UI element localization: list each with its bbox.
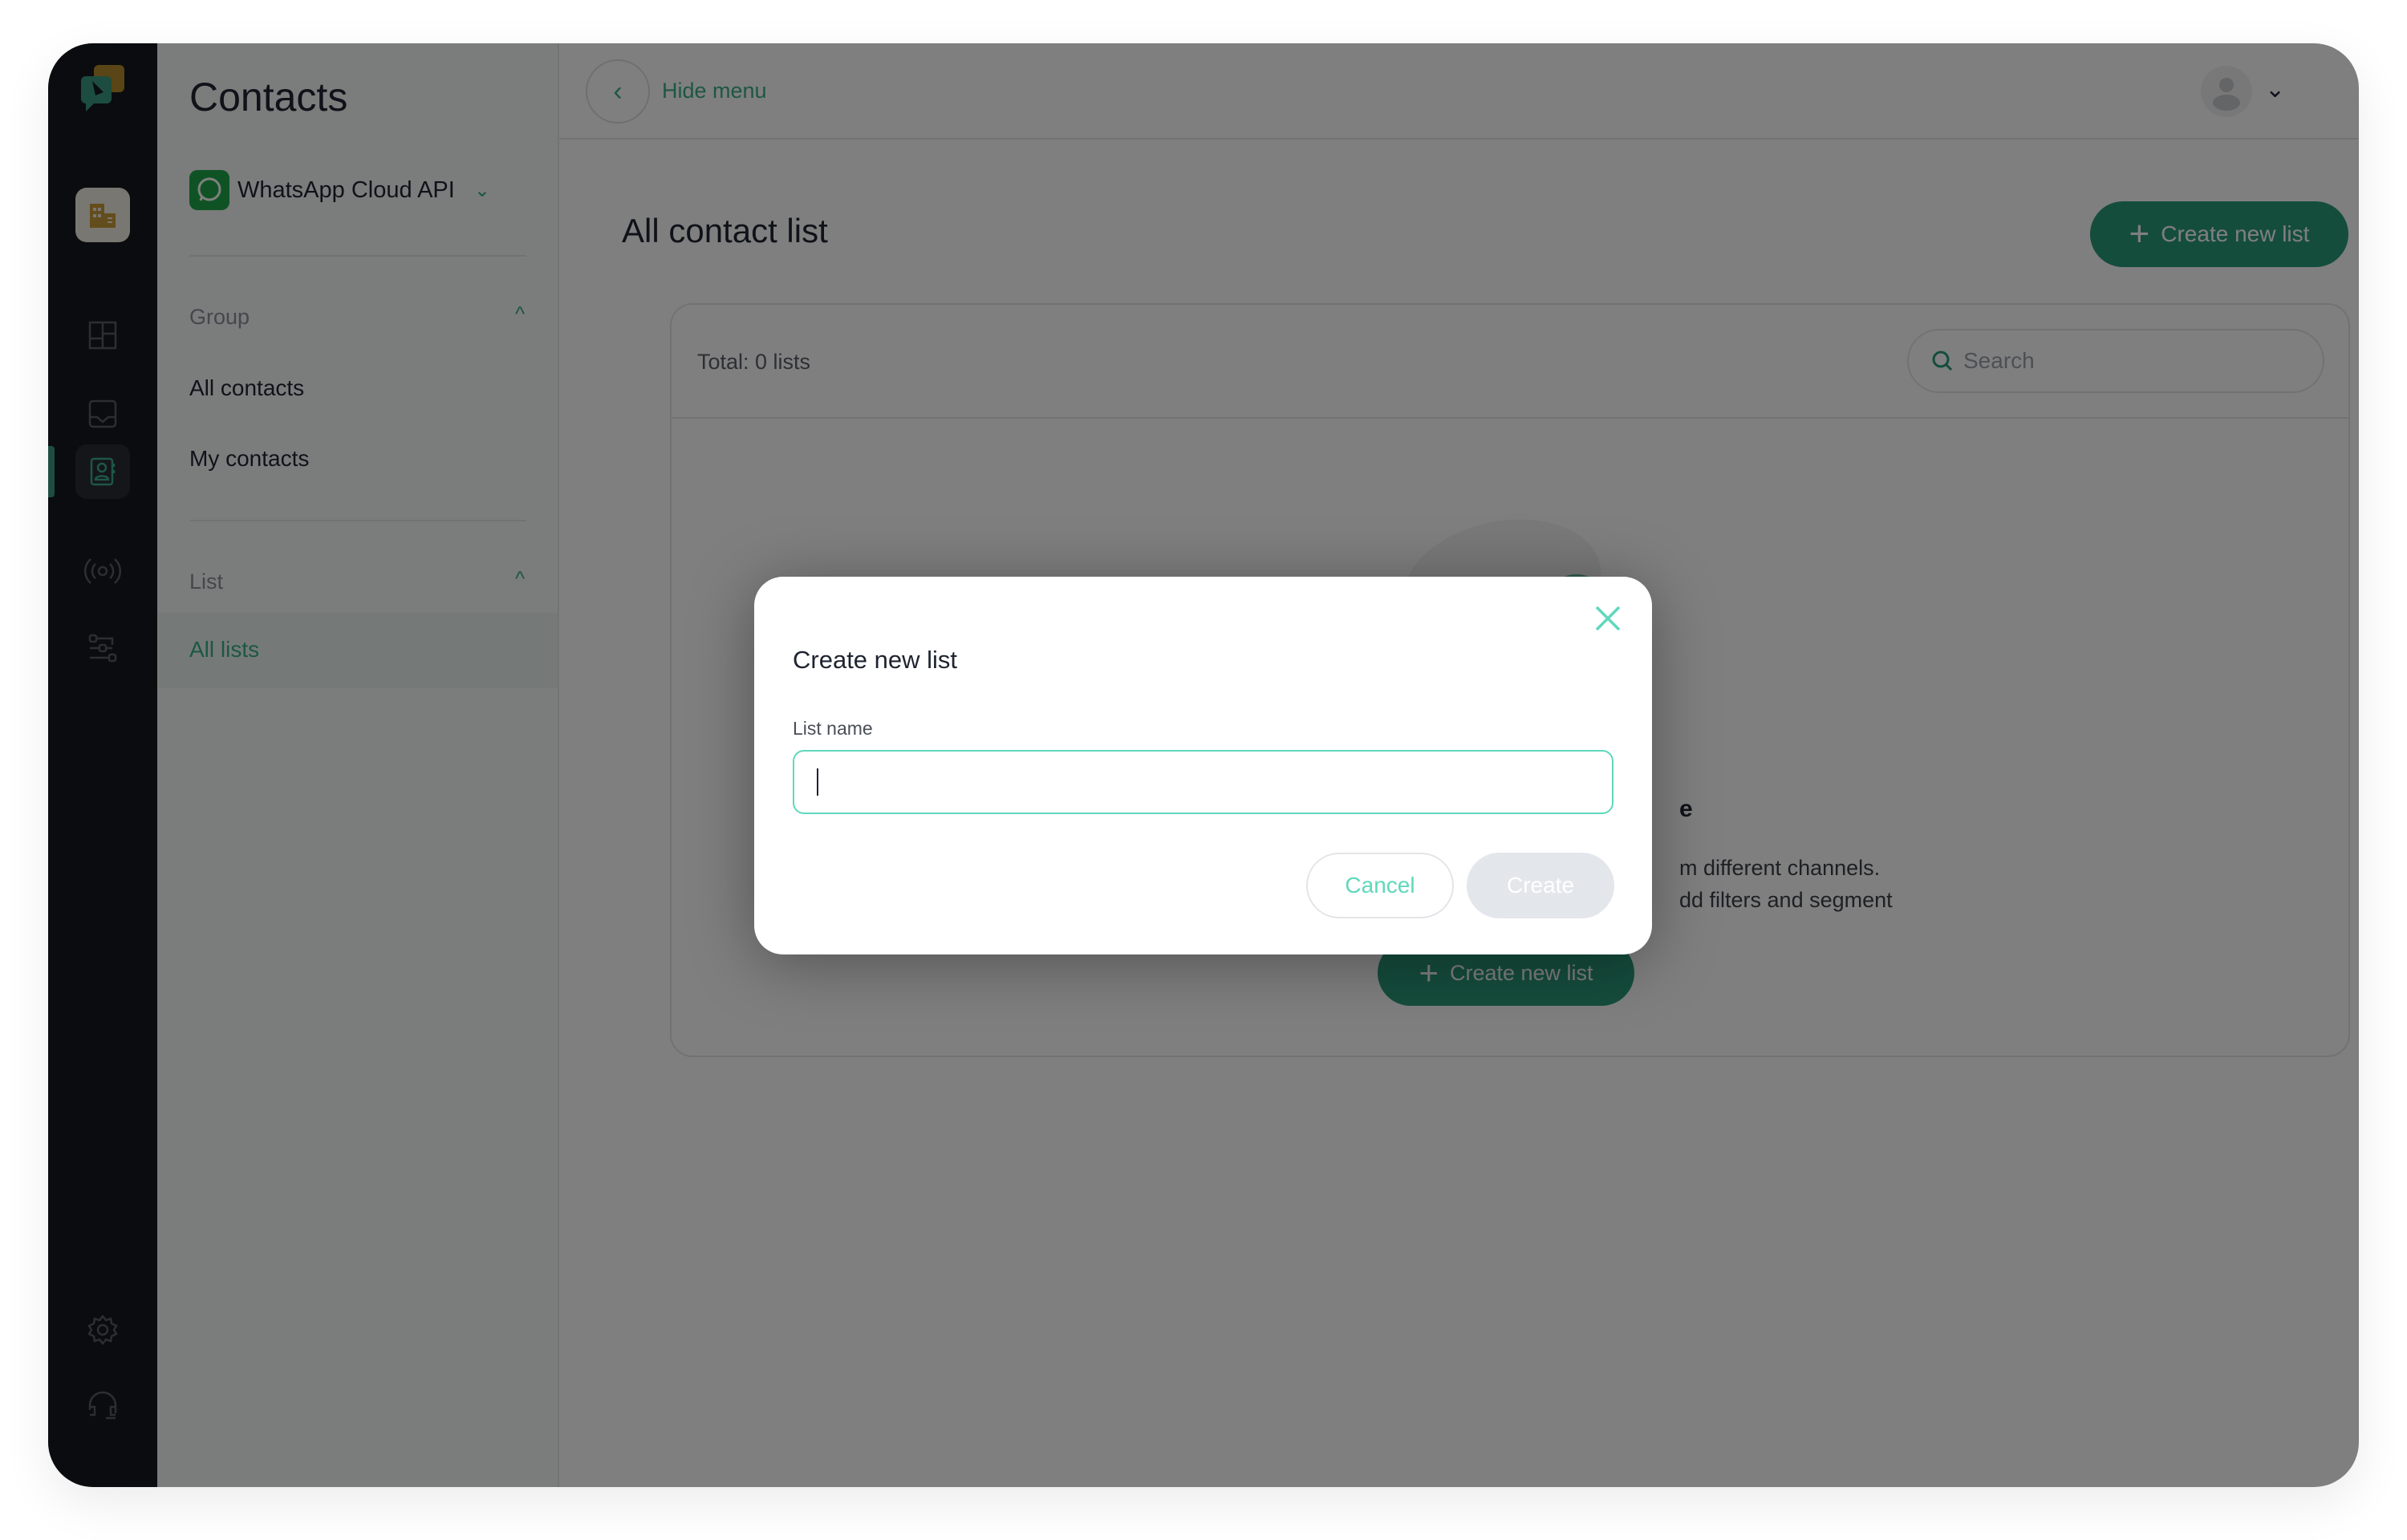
modal-title: Create new list (793, 646, 958, 674)
create-button[interactable]: Create (1467, 853, 1614, 918)
cancel-button[interactable]: Cancel (1306, 853, 1454, 918)
close-button[interactable] (1590, 601, 1626, 636)
text-cursor (817, 768, 818, 796)
list-name-input[interactable] (793, 750, 1613, 814)
list-name-label: List name (793, 718, 873, 739)
create-list-modal: Create new list List name Cancel Create (754, 577, 1652, 954)
close-icon (1595, 606, 1621, 631)
